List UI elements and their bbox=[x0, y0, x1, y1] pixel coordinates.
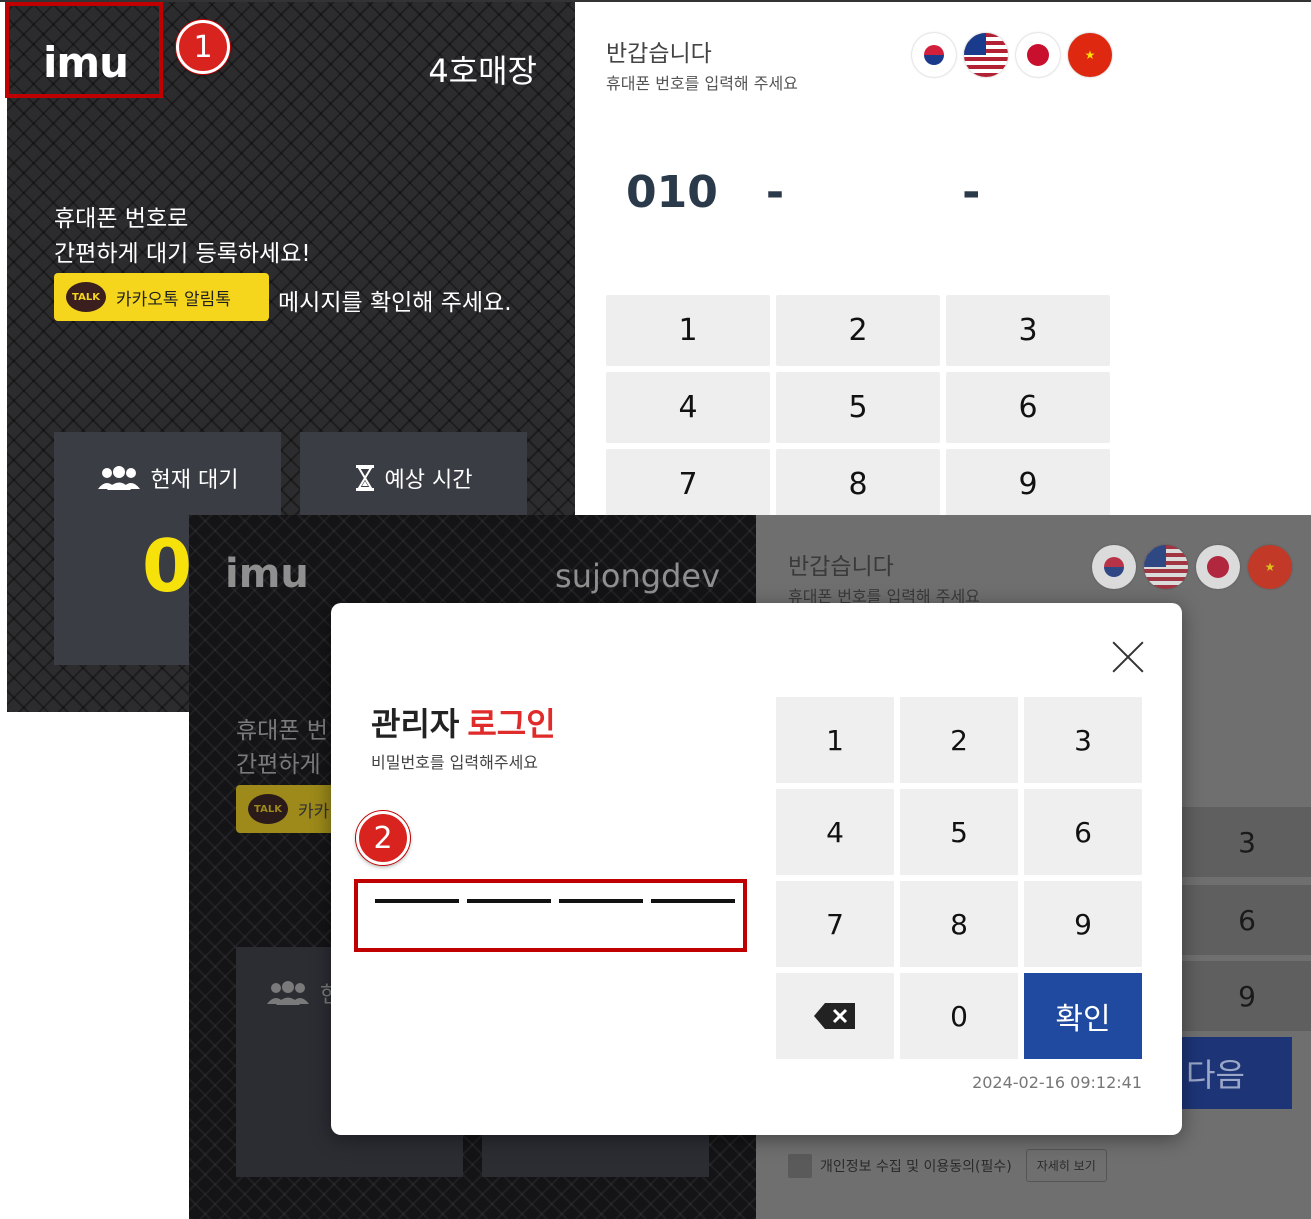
key-5[interactable]: 5 bbox=[900, 789, 1018, 875]
intro-line-1: 휴대폰 번호로 bbox=[54, 206, 189, 232]
usa-uk-flag-icon[interactable] bbox=[1144, 545, 1188, 589]
japan-flag-icon[interactable] bbox=[1016, 33, 1060, 77]
current-wait-label: 현재 대기 bbox=[150, 468, 239, 493]
key-2[interactable]: 2 bbox=[776, 295, 940, 366]
confirm-button[interactable]: 확인 bbox=[1024, 973, 1142, 1059]
consent-checkbox[interactable] bbox=[788, 1153, 812, 1178]
china-flag-icon[interactable]: ★ bbox=[1068, 33, 1112, 77]
language-selector: ★ bbox=[912, 33, 1112, 77]
greeting: 반갑습니다 bbox=[606, 41, 712, 67]
annotation-badge-1: 1 bbox=[176, 20, 230, 74]
korea-flag-icon[interactable] bbox=[1092, 545, 1136, 589]
key-6[interactable]: 6 bbox=[1024, 789, 1142, 875]
kakao-label: 카카오톡 알림톡 bbox=[116, 289, 231, 310]
key-4[interactable]: 4 bbox=[606, 372, 770, 443]
annotation-highlight-logo bbox=[5, 2, 163, 98]
key-1[interactable]: 1 bbox=[606, 295, 770, 366]
expected-time-label: 예상 시간 bbox=[384, 468, 473, 493]
phone-prefix: 010 bbox=[626, 167, 718, 218]
china-flag-icon[interactable]: ★ bbox=[1248, 545, 1292, 589]
key-8[interactable]: 8 bbox=[776, 449, 940, 520]
key-9[interactable]: 9 bbox=[946, 449, 1110, 520]
kakao-talk-icon: TALK bbox=[66, 282, 106, 312]
key-2[interactable]: 2 bbox=[900, 697, 1018, 783]
modal-title-main: 관리자 bbox=[371, 705, 460, 743]
greeting: 반갑습니다 bbox=[788, 554, 894, 580]
japan-flag-icon[interactable] bbox=[1196, 545, 1240, 589]
intro-line-1: 휴대폰 번 bbox=[236, 718, 328, 744]
phone-instruction: 휴대폰 번호를 입력해 주세요 bbox=[606, 74, 798, 93]
key-3[interactable]: 3 bbox=[1182, 807, 1311, 877]
key-6[interactable]: 6 bbox=[946, 372, 1110, 443]
close-icon[interactable] bbox=[1110, 639, 1146, 675]
next-button[interactable]: 다음 bbox=[1182, 1037, 1292, 1109]
password-keypad: 1 2 3 4 5 6 7 8 9 0 확인 bbox=[776, 697, 1142, 1059]
current-wait-count: 0 bbox=[142, 524, 193, 608]
phone-keypad: 1 2 3 4 5 6 7 8 9 bbox=[606, 295, 1110, 520]
key-9[interactable]: 9 bbox=[1024, 881, 1142, 967]
key-7[interactable]: 7 bbox=[606, 449, 770, 520]
annotation-highlight-pin bbox=[354, 879, 747, 952]
kakao-message-text: 메시지를 확인해 주세요. bbox=[278, 290, 512, 316]
language-selector: ★ bbox=[1092, 545, 1292, 589]
key-1[interactable]: 1 bbox=[776, 697, 894, 783]
modal-title-accent: 로그인 bbox=[467, 705, 556, 743]
annotation-badge-2: 2 bbox=[356, 811, 410, 865]
key-8[interactable]: 8 bbox=[900, 881, 1018, 967]
backspace-button[interactable] bbox=[776, 973, 894, 1059]
korea-flag-icon[interactable] bbox=[912, 33, 956, 77]
admin-login-modal: 관리자 로그인 비밀번호를 입력해주세요 1 2 3 4 5 6 7 8 9 0 … bbox=[331, 603, 1182, 1135]
consent-text: 개인정보 수집 및 이용동의(필수) bbox=[820, 1158, 1012, 1175]
people-group-icon bbox=[267, 981, 309, 1005]
privacy-consent: 개인정보 수집 및 이용동의(필수) 자세히 보기 bbox=[788, 1149, 1107, 1182]
usa-uk-flag-icon[interactable] bbox=[964, 33, 1008, 77]
password-instruction: 비밀번호를 입력해주세요 bbox=[371, 753, 539, 772]
imu-logo[interactable]: imu bbox=[225, 551, 309, 597]
kakao-label: 카카 bbox=[298, 801, 330, 822]
phone-dash-1: - bbox=[765, 167, 785, 218]
key-4[interactable]: 4 bbox=[776, 789, 894, 875]
hourglass-icon bbox=[355, 465, 374, 491]
timestamp: 2024-02-16 09:12:41 bbox=[972, 1073, 1142, 1092]
store-name: 4호매장 bbox=[428, 52, 537, 90]
key-5[interactable]: 5 bbox=[776, 372, 940, 443]
modal-title: 관리자 로그인 bbox=[371, 699, 556, 745]
phone-number-display: 010 - - bbox=[626, 167, 980, 218]
store-name: sujongdev bbox=[555, 557, 720, 595]
backspace-icon bbox=[813, 1001, 857, 1031]
view-details-button[interactable]: 자세히 보기 bbox=[1025, 1149, 1107, 1182]
key-7[interactable]: 7 bbox=[776, 881, 894, 967]
key-3[interactable]: 3 bbox=[1024, 697, 1142, 783]
kakao-talk-icon: TALK bbox=[248, 794, 288, 824]
intro-line-2: 간편하게 대기 등록하세요! bbox=[54, 241, 311, 267]
phone-dash-2: - bbox=[962, 167, 981, 218]
key-9[interactable]: 9 bbox=[1182, 961, 1311, 1031]
kakao-alimtalk-badge: TALK 카카오톡 알림톡 bbox=[54, 273, 269, 321]
people-group-icon bbox=[97, 466, 140, 490]
key-0[interactable]: 0 bbox=[900, 973, 1018, 1059]
key-6[interactable]: 6 bbox=[1182, 885, 1311, 955]
intro-line-2: 간편하게 bbox=[236, 752, 321, 778]
key-3[interactable]: 3 bbox=[946, 295, 1110, 366]
